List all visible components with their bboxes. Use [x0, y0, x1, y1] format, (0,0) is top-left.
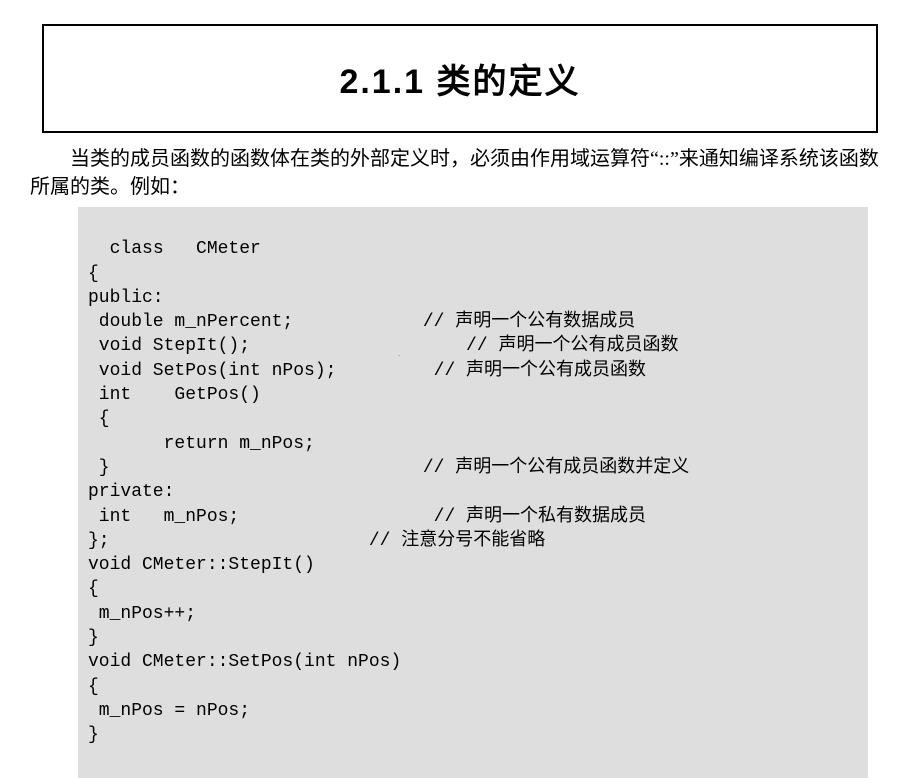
code-block: class CMeter { public: double m_nPercent… — [78, 207, 868, 778]
page-marker: . — [398, 347, 401, 359]
page-title: 2.1.1 类的定义 — [44, 54, 876, 103]
code-content: class CMeter { public: double m_nPercent… — [88, 239, 689, 745]
intro-paragraph: 当类的成员函数的函数体在类的外部定义时，必须由作用域运算符“::”来通知编译系统… — [30, 145, 890, 201]
title-box: 2.1.1 类的定义 — [42, 24, 878, 133]
